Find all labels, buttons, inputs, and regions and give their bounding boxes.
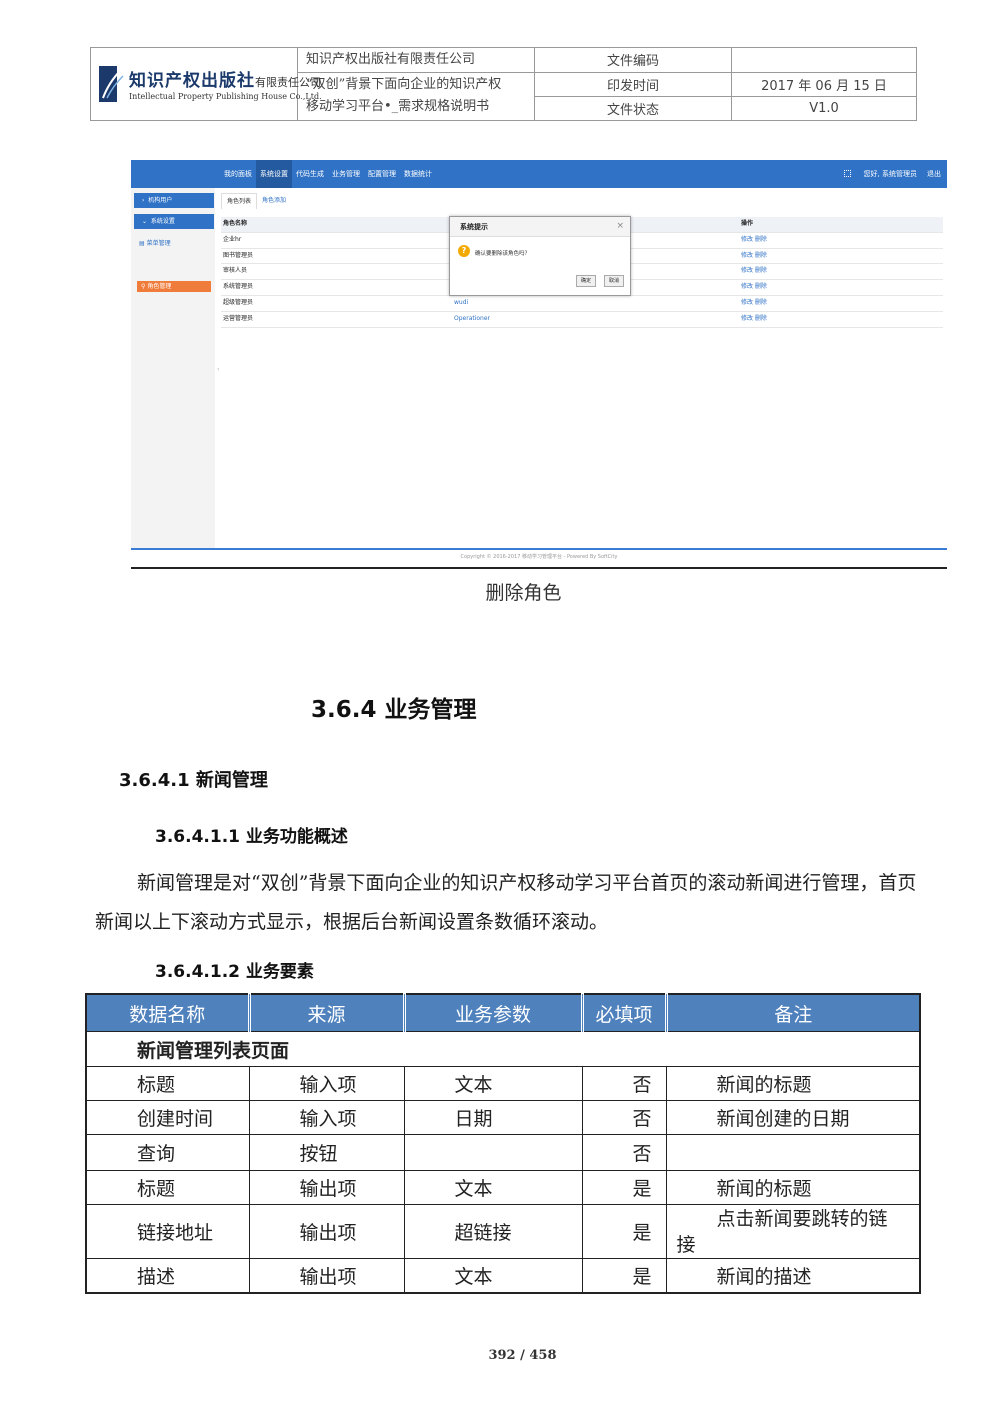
table-row: 超级管理员 wudi 修改 删除 bbox=[221, 296, 943, 312]
document-header: 知识产权出版社有限责任公司 Intellectual Property Publ… bbox=[90, 47, 917, 122]
row-actions[interactable]: 修改 删除 bbox=[741, 264, 767, 279]
label-issue-date: 印发时间 bbox=[534, 71, 732, 97]
screenshot-bottom-rule bbox=[131, 567, 947, 569]
col-ops: 操作 bbox=[741, 220, 754, 227]
col-role-name: 角色名称 bbox=[223, 220, 248, 227]
row-actions[interactable]: 修改 删除 bbox=[741, 249, 767, 264]
elements-heading: 3.6.4.1.2 业务要素 bbox=[155, 962, 314, 982]
table-section-row: 新闻管理列表页面 bbox=[85, 1031, 921, 1067]
logo-text-cn: 知识产权出版社有限责任公司 bbox=[129, 71, 321, 91]
sidebar-item-system-settings[interactable]: ⌄ 系统设置 bbox=[134, 214, 214, 229]
label-doc-code: 文件编码 bbox=[534, 47, 732, 73]
overview-paragraph: 新闻管理是对“双创”背景下面向企业的知识产权移动学习平台首页的滚动新闻进行管理，… bbox=[95, 872, 917, 933]
page-number: 392 / 458 bbox=[488, 1348, 557, 1363]
value-doc-code bbox=[731, 47, 917, 73]
value-issue-date: 2017 年 06 月 15 日 bbox=[731, 71, 917, 97]
doc-title: “双创”背景下面向企业的知识产权 移动学习平台•_需求规格说明书 bbox=[297, 71, 535, 122]
table-row: 链接地址 输出项 超链接是 点击新闻要跳转的链 接 bbox=[85, 1204, 921, 1259]
logo-cell: 知识产权出版社有限责任公司 Intellectual Property Publ… bbox=[90, 47, 322, 121]
label-doc-status: 文件状态 bbox=[534, 95, 732, 122]
tab-role-list[interactable]: 角色列表 bbox=[221, 193, 258, 209]
company-name: 知识产权出版社有限责任公司 bbox=[297, 47, 535, 73]
dialog-title: 系统提示 bbox=[450, 217, 630, 237]
value-doc-status: V1.0 bbox=[731, 95, 917, 122]
grid-icon[interactable] bbox=[844, 170, 851, 177]
nav-item-stats[interactable]: 数据统计 bbox=[400, 160, 436, 188]
row-actions[interactable]: 修改 删除 bbox=[741, 280, 767, 295]
sidebar-item-menu-mgmt[interactable]: ▤ 菜单管理 bbox=[139, 238, 171, 247]
footer-divider bbox=[131, 548, 947, 550]
confirm-dialog: 系统提示 × ? 确认要删除该角色吗？ 确定 取消 bbox=[449, 216, 631, 296]
business-elements-table: 数据名称 来源 业务参数 必填项 备注 新闻管理列表页面 标题 输入项 文本否新闻的… bbox=[85, 993, 921, 1294]
overview-heading: 3.6.4.1.1 业务功能概述 bbox=[155, 827, 348, 847]
top-nav-bar: 我的面板 系统设置 代码生成 业务管理 配置管理 数据统计 您好, 系统管理员 … bbox=[131, 160, 947, 188]
sidebar-item-org-users[interactable]: › 机构用户 bbox=[134, 193, 214, 208]
table-row: 创建时间 输入项 日期否新闻创建的日期 bbox=[85, 1100, 921, 1135]
header-required: 必填项 bbox=[580, 993, 667, 1032]
user-greeting[interactable]: 您好, 系统管理员 bbox=[864, 160, 917, 188]
header-remark: 备注 bbox=[664, 993, 921, 1032]
role-delete-screenshot: 我的面板 系统设置 代码生成 业务管理 配置管理 数据统计 您好, 系统管理员 … bbox=[131, 160, 947, 568]
row-actions[interactable]: 修改 删除 bbox=[741, 296, 767, 311]
nav-item-config[interactable]: 配置管理 bbox=[364, 160, 400, 188]
collapse-handle-icon[interactable]: ‹ bbox=[217, 366, 219, 373]
cancel-button[interactable]: 取消 bbox=[603, 275, 624, 287]
question-icon: ? bbox=[458, 245, 470, 257]
header-parameter: 业务参数 bbox=[402, 993, 583, 1032]
nav-item-business[interactable]: 业务管理 bbox=[328, 160, 364, 188]
header-source: 来源 bbox=[247, 993, 405, 1032]
table-row: 描述 输出项 文本是新闻的描述 bbox=[85, 1258, 921, 1294]
subsection-heading: 3.6.4.1 新闻管理 bbox=[119, 770, 268, 791]
close-icon[interactable]: × bbox=[616, 221, 624, 231]
copyright: Copyright © 2016-2017 移动学习管理平台 - Powered… bbox=[460, 554, 618, 560]
confirm-button[interactable]: 确定 bbox=[575, 275, 596, 287]
logo-text-en: Intellectual Property Publishing House C… bbox=[129, 92, 322, 101]
tab-role-add[interactable]: 角色添加 bbox=[257, 193, 291, 209]
logout-link[interactable]: 退出 bbox=[927, 160, 941, 188]
table-row: 标题 输入项 文本否新闻的标题 bbox=[85, 1066, 921, 1101]
row-actions[interactable]: 修改 删除 bbox=[741, 233, 767, 248]
table-header-row: 数据名称 来源 业务参数 必填项 备注 bbox=[85, 993, 921, 1032]
publisher-logo-icon bbox=[99, 66, 124, 102]
table-row: 标题 输出项 文本是新闻的标题 bbox=[85, 1170, 921, 1205]
nav-item-system-settings[interactable]: 系统设置 bbox=[256, 160, 292, 188]
figure-caption: 删除角色 bbox=[485, 582, 562, 604]
sidebar: › 机构用户 ⌄ 系统设置 ▤ 菜单管理 ⚲ 角色管理 bbox=[131, 188, 215, 548]
table-row: 运营管理员 Operationer 修改 删除 bbox=[221, 312, 943, 328]
table-row: 查询 按钮否 bbox=[85, 1134, 921, 1171]
nav-item-dashboard[interactable]: 我的面板 bbox=[220, 160, 256, 188]
section-heading: 3.6.4 业务管理 bbox=[311, 697, 477, 723]
remark-link-address: 点击新闻要跳转的链 接 bbox=[665, 1204, 921, 1259]
row-actions[interactable]: 修改 删除 bbox=[741, 312, 767, 327]
top-nav: 我的面板 系统设置 代码生成 业务管理 配置管理 数据统计 bbox=[220, 160, 436, 188]
role-tabs: 角色列表 角色添加 bbox=[221, 193, 291, 209]
sidebar-item-role-mgmt[interactable]: ⚲ 角色管理 bbox=[137, 281, 211, 292]
dialog-message: 确认要删除该角色吗？ bbox=[475, 251, 531, 257]
nav-item-codegen[interactable]: 代码生成 bbox=[292, 160, 328, 188]
header-data-name: 数据名称 bbox=[85, 993, 250, 1032]
